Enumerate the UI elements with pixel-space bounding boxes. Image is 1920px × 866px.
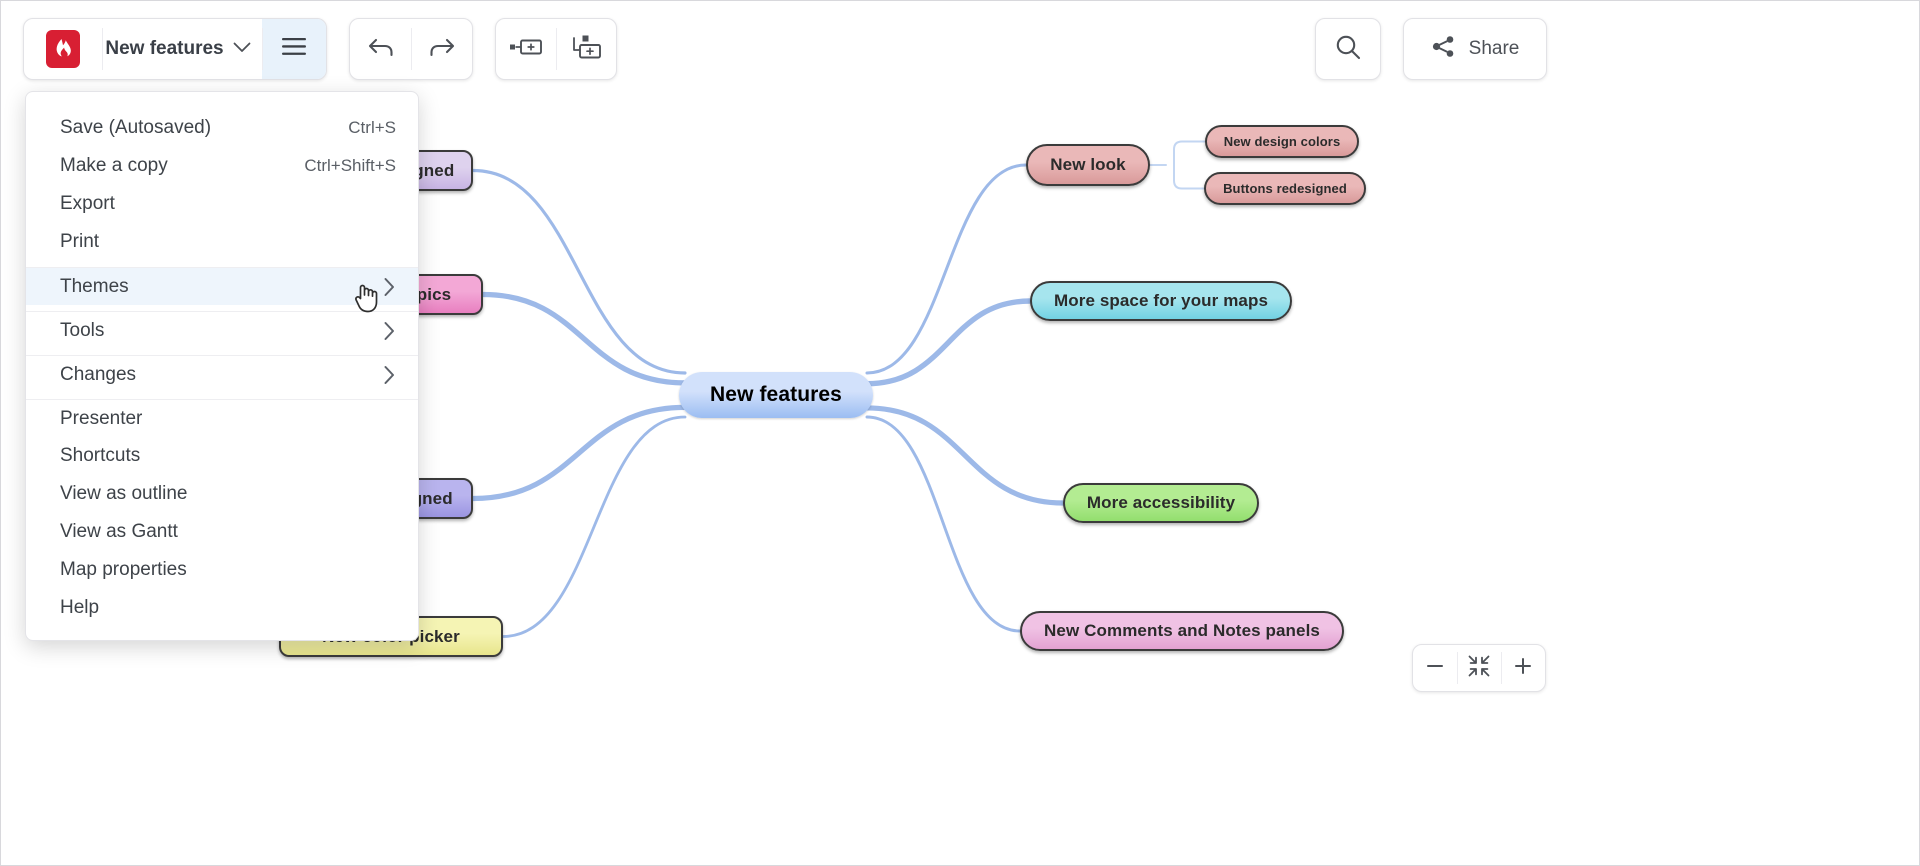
menu-item-make-a-copy[interactable]: Make a copy Ctrl+Shift+S bbox=[26, 147, 418, 185]
menu-item-save-autosaved[interactable]: Save (Autosaved) Ctrl+S bbox=[26, 109, 418, 147]
menu-item-export[interactable]: Export bbox=[26, 185, 418, 223]
undo-arrow-icon bbox=[366, 35, 396, 64]
mindmap-application: Topics redesignedFloating topicsIcons re… bbox=[0, 0, 1920, 866]
mindmap-root-node[interactable]: New features bbox=[679, 372, 873, 418]
menu-item-shortcut: Ctrl+S bbox=[348, 118, 396, 137]
share-nodes-icon bbox=[1431, 34, 1456, 64]
menu-item-shortcuts[interactable]: Shortcuts bbox=[26, 437, 418, 475]
app-logo-button[interactable] bbox=[24, 19, 102, 79]
mindmap-node-new-look[interactable]: New look bbox=[1026, 144, 1150, 186]
menu-item-themes[interactable]: Themes bbox=[26, 267, 418, 305]
menu-item-label: Help bbox=[60, 597, 100, 618]
mindmap-subnode-buttons-redesigned[interactable]: Buttons redesigned bbox=[1204, 172, 1366, 205]
menu-item-view-as-gantt[interactable]: View as Gantt bbox=[26, 513, 418, 551]
chevron-down-icon bbox=[233, 40, 251, 58]
map-title-label: New features bbox=[105, 38, 224, 59]
menu-item-shortcut: Ctrl+Shift+S bbox=[304, 156, 396, 175]
history-toolbar bbox=[349, 18, 473, 80]
add-sibling-topic-button[interactable] bbox=[496, 19, 556, 79]
mindmap-node-more-accessibility[interactable]: More accessibility bbox=[1063, 483, 1259, 523]
map-title-button[interactable]: New features bbox=[102, 19, 262, 79]
add-subtopic-icon bbox=[570, 34, 602, 65]
node-label: New design colors bbox=[1223, 134, 1341, 149]
mindmap-subnode-new-design-colors[interactable]: New design colors bbox=[1205, 125, 1359, 158]
menu-item-label: Tools bbox=[60, 319, 105, 341]
share-button[interactable]: Share bbox=[1404, 19, 1546, 79]
fit-to-screen-button[interactable] bbox=[1457, 645, 1501, 691]
menu-item-view-as-outline[interactable]: View as outline bbox=[26, 475, 418, 513]
chevron-right-icon bbox=[383, 277, 396, 297]
hamburger-menu-icon bbox=[281, 37, 307, 61]
zoom-in-button[interactable] bbox=[1501, 645, 1545, 691]
undo-button[interactable] bbox=[350, 19, 411, 79]
mindmeister-flame-logo-icon bbox=[46, 30, 80, 68]
zoom-controls bbox=[1412, 644, 1546, 692]
main-dropdown-menu: Save (Autosaved) Ctrl+S Make a copy Ctrl+Sh… bbox=[25, 91, 419, 641]
add-sibling-topic-icon bbox=[509, 37, 543, 62]
menu-item-label: View as Gantt bbox=[60, 521, 178, 542]
node-label: More accessibility bbox=[1086, 493, 1236, 512]
hamburger-menu-button[interactable] bbox=[262, 19, 326, 79]
menu-item-map-properties[interactable]: Map properties bbox=[26, 551, 418, 589]
node-label: New Comments and Notes panels bbox=[1044, 621, 1320, 640]
menu-item-label: Presenter bbox=[60, 407, 143, 429]
add-topic-toolbar bbox=[495, 18, 617, 80]
menu-item-changes[interactable]: Changes bbox=[26, 355, 418, 393]
menu-item-label: Save (Autosaved) bbox=[60, 117, 212, 138]
menu-item-tools[interactable]: Tools bbox=[26, 311, 418, 349]
share-toolbar: Share bbox=[1403, 18, 1547, 80]
menu-item-label: Shortcuts bbox=[60, 445, 141, 466]
plus-icon bbox=[1513, 656, 1533, 681]
menu-item-presenter[interactable]: Presenter bbox=[26, 399, 418, 437]
node-label: New look bbox=[1050, 155, 1126, 174]
add-subtopic-button[interactable] bbox=[556, 19, 616, 79]
node-label: New features bbox=[710, 383, 842, 406]
mindmap-node-more-space-for-your-maps[interactable]: More space for your maps bbox=[1030, 281, 1292, 321]
menu-item-label: Map properties bbox=[60, 559, 187, 580]
share-label: Share bbox=[1468, 38, 1520, 59]
menu-item-label: Make a copy bbox=[60, 155, 168, 176]
menu-item-label: Print bbox=[60, 231, 100, 252]
mindmap-node-new-comments-and-notes-panels[interactable]: New Comments and Notes panels bbox=[1020, 611, 1344, 651]
zoom-out-button[interactable] bbox=[1413, 645, 1457, 691]
menu-item-label: Export bbox=[60, 193, 115, 214]
fit-to-screen-icon bbox=[1467, 654, 1491, 683]
menu-item-label: View as outline bbox=[60, 483, 188, 504]
menu-item-label: Changes bbox=[60, 363, 137, 385]
brand-toolbar: New features bbox=[23, 18, 327, 80]
redo-arrow-icon bbox=[427, 35, 457, 64]
node-label: Buttons redesigned bbox=[1223, 181, 1347, 196]
redo-button[interactable] bbox=[411, 19, 472, 79]
node-label: More space for your maps bbox=[1053, 291, 1269, 310]
chevron-right-icon bbox=[383, 321, 396, 341]
search-toolbar bbox=[1315, 18, 1381, 80]
menu-item-label: Themes bbox=[60, 275, 129, 297]
search-icon bbox=[1334, 33, 1362, 66]
menu-item-print[interactable]: Print bbox=[26, 223, 418, 261]
minus-icon bbox=[1425, 656, 1445, 681]
menu-item-help[interactable]: Help bbox=[26, 589, 418, 627]
search-button[interactable] bbox=[1316, 19, 1380, 79]
chevron-right-icon bbox=[383, 365, 396, 385]
